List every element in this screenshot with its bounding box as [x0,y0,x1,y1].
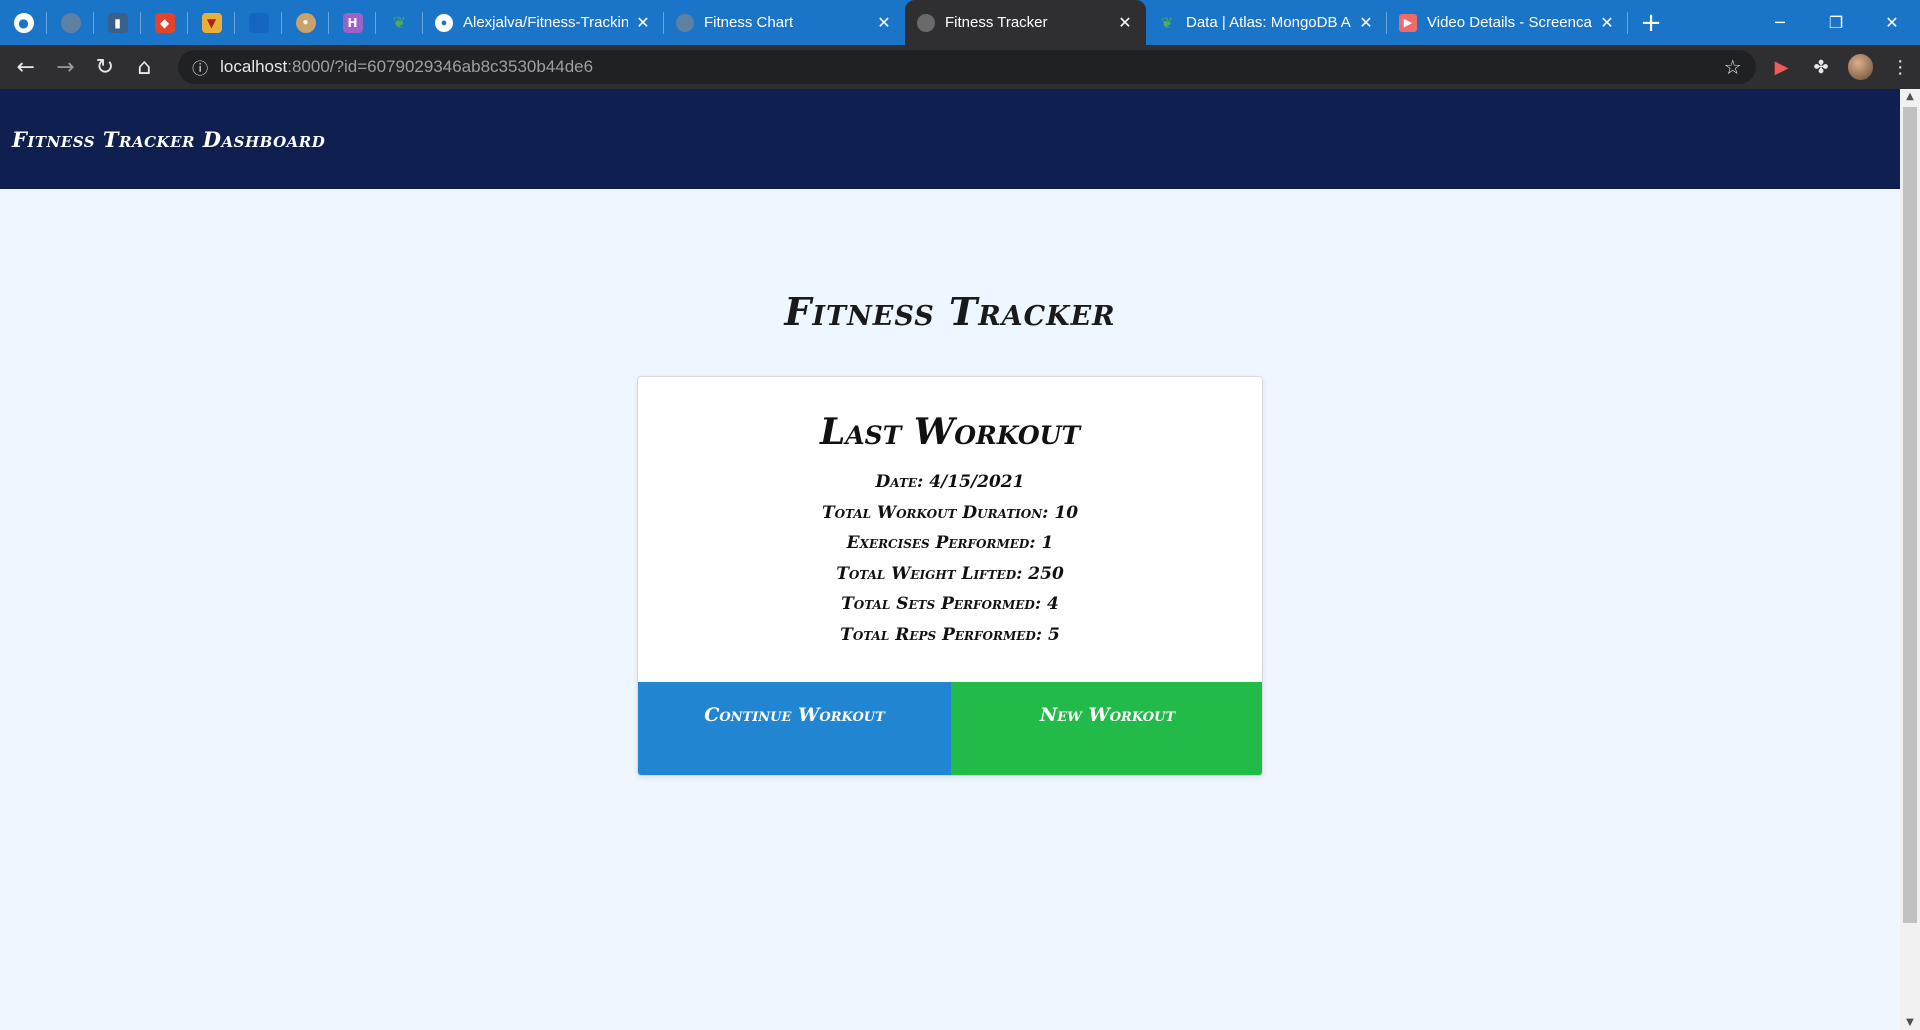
scroll-up-arrow-icon[interactable]: ▲ [1900,91,1920,102]
tab-fitness-chart[interactable]: Fitness Chart ✕ [664,0,905,45]
globe-icon [676,13,694,32]
robot-icon: • [295,12,316,33]
stat-exercises: Exercises Performed: 1 [846,533,1054,553]
stat-reps: Total Reps Performed: 5 [840,624,1060,645]
pinned-tab-github[interactable]: ● [0,0,47,45]
home-icon[interactable]: ⌂ [125,49,165,85]
browser-toolbar: ← → ↻ ⌂ ⓘ localhost :8000/?id=6079029346… [0,45,1920,89]
profile-avatar[interactable] [1847,54,1874,80]
pinned-tab-heroku[interactable]: H [329,0,376,45]
tab-label: Fitness Chart [704,14,794,31]
globe-icon [917,13,935,32]
card-title: Last Workout [819,411,1081,453]
menu-kebab-icon[interactable]: ⋮ [1880,57,1920,78]
pinned-tabs: ● ▮ ◆ ▼ • H ❦ [0,0,423,45]
back-arrow-icon[interactable]: ← [6,49,46,85]
url-path: :8000/?id=6079029346ab8c3530b44de6 [287,57,594,76]
github-icon: ● [13,12,34,33]
close-icon[interactable]: ✕ [1598,13,1616,32]
stat-sets: Total Sets Performed: 4 [841,594,1059,614]
pinned-tab-shield[interactable]: ▼ [188,0,235,45]
browser-tabstrip: ● ▮ ◆ ▼ • H ❦ ● Alexjalva/Fitness-Tracki… [0,0,1920,45]
screencastify-icon: ▶ [1399,13,1417,32]
mongodb-leaf-icon: ❦ [1160,14,1174,32]
window-close-icon[interactable]: ✕ [1864,0,1920,45]
github-icon: ● [435,13,453,32]
pinned-tab-chart[interactable]: ▮ [94,0,141,45]
screencastify-extension-icon[interactable]: ▶ [1762,57,1802,78]
minimize-icon[interactable]: ─ [1752,0,1808,45]
extensions-puzzle-icon[interactable]: ✤ [1801,57,1841,78]
heroku-icon: H [342,12,363,33]
pinned-tab-mongodb[interactable]: ❦ [376,0,423,45]
stat-date: Date: 4/15/2021 [875,472,1025,492]
scroll-down-arrow-icon[interactable]: ▼ [1900,1017,1920,1028]
scrollbar-thumb[interactable] [1903,107,1917,923]
workout-stats: Date: 4/15/2021 Total Workout Duration: … [638,467,1262,650]
new-tab-button[interactable]: + [1628,0,1674,45]
address-bar[interactable]: ⓘ localhost :8000/?id=6079029346ab8c3530… [178,50,1756,84]
forward-arrow-icon[interactable]: → [46,49,86,85]
info-icon[interactable]: ⓘ [192,55,208,79]
close-icon[interactable]: ✕ [1357,13,1375,32]
pinned-tab-blue[interactable] [235,0,282,45]
new-workout-button[interactable]: New Workout [951,682,1262,775]
tab-github-repo[interactable]: ● Alexjalva/Fitness-Trackin ✕ [423,0,664,45]
navbar-brand[interactable]: Fitness Tracker Dashboard [12,127,325,152]
tab-label: Alexjalva/Fitness-Trackin [463,14,628,31]
pinned-tab-robot[interactable]: • [282,0,329,45]
shield-icon: ▼ [201,12,222,33]
page-title: Fitness Tracker [784,289,1116,334]
last-workout-card: Last Workout Date: 4/15/2021 Total Worko… [637,376,1263,776]
gitlab-icon: ◆ [154,12,175,33]
pinned-tab-gitlab[interactable]: ◆ [141,0,188,45]
stat-weight: Total Weight Lifted: 250 [836,563,1064,584]
tab-label: Fitness Tracker [945,14,1048,31]
url-host: localhost [220,57,288,76]
close-icon[interactable]: ✕ [875,13,893,32]
page-scrollbar[interactable]: ▲ ▼ [1900,89,1920,1030]
tab-fitness-tracker[interactable]: Fitness Tracker ✕ [905,0,1146,45]
continue-workout-button[interactable]: Continue Workout [638,682,951,775]
tab-label: Data | Atlas: MongoDB A [1186,14,1351,31]
bar-chart-icon: ▮ [107,12,128,33]
restore-icon[interactable]: ❐ [1808,0,1864,45]
tab-mongodb-atlas[interactable]: ❦ Data | Atlas: MongoDB A ✕ [1146,0,1387,45]
stat-duration: Total Workout Duration: 10 [821,502,1079,523]
close-icon[interactable]: ✕ [1116,13,1134,32]
bookmark-star-icon[interactable]: ☆ [1724,55,1742,79]
card-actions: Continue Workout New Workout [638,682,1262,775]
tab-label: Video Details - Screenca [1427,14,1592,31]
close-icon[interactable]: ✕ [634,13,652,32]
globe-icon [60,12,81,33]
pinned-tab-globe[interactable] [47,0,94,45]
page-viewport: Fitness Tracker Dashboard Fitness Tracke… [0,89,1900,1030]
reload-icon[interactable]: ↻ [85,49,125,85]
tab-screencastify[interactable]: ▶ Video Details - Screenca ✕ [1387,0,1628,45]
window-controls: ─ ❐ ✕ [1752,0,1920,45]
app-navbar: Fitness Tracker Dashboard [0,89,1900,189]
blue-square-icon [248,12,269,33]
mongodb-leaf-icon: ❦ [392,13,407,32]
